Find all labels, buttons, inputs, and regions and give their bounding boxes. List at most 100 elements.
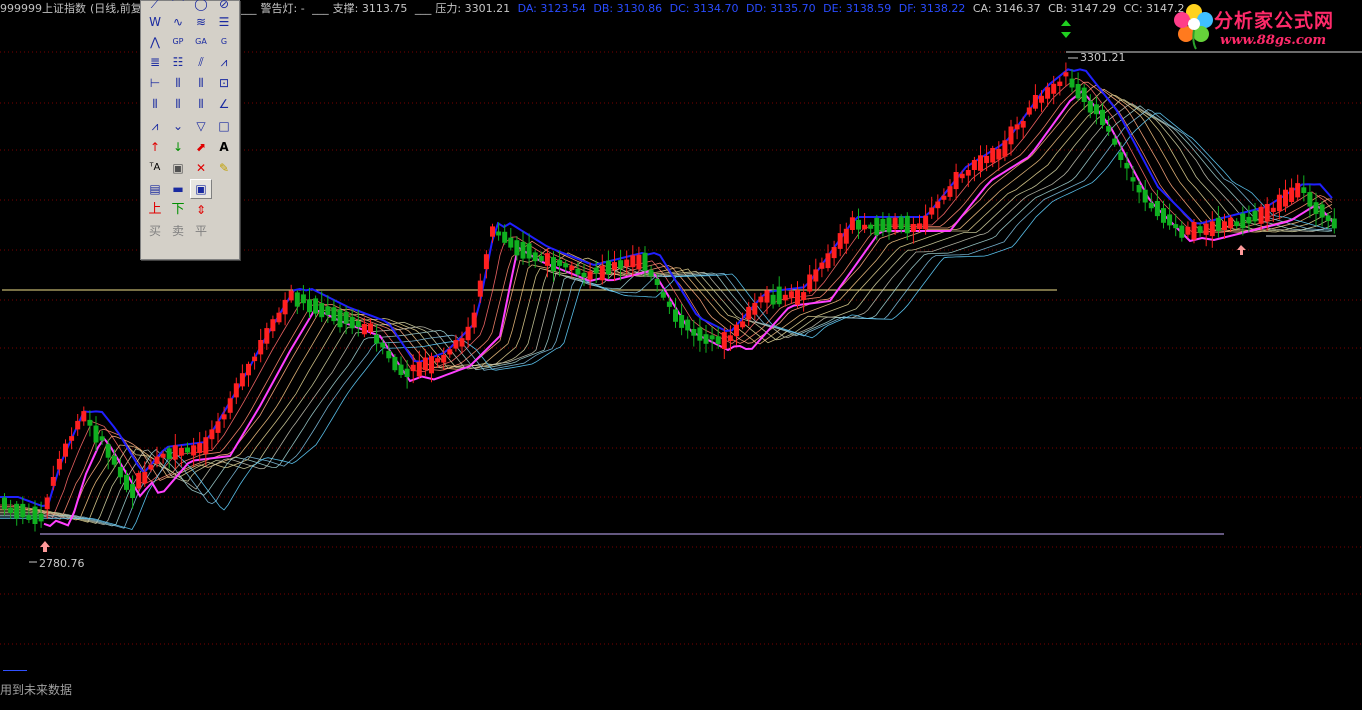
sell-mark-tool[interactable]: 卖 xyxy=(168,222,188,240)
candle-body xyxy=(1215,217,1221,231)
cycle-tool-icon[interactable]: ∿ xyxy=(168,13,188,31)
fib-time-tool-icon[interactable]: ⦀ xyxy=(168,74,188,92)
candle-body xyxy=(673,309,678,322)
candle-body xyxy=(697,327,703,341)
candle-body xyxy=(178,447,184,456)
marker-tool-icon[interactable]: ⬈ xyxy=(191,138,211,156)
speed-line-tool-icon[interactable]: ⊢ xyxy=(145,74,165,92)
down-arrow-tool-icon[interactable]: ↓ xyxy=(168,138,188,156)
retrace-tool-icon[interactable]: ⫽ xyxy=(191,53,211,71)
drawing-toolbox[interactable]: ⟋ ⌒ ◯ ⊘ W ∿ ≋ ☰ ⋀ GP GA G ≣ ☷ ⫽ ⩘ ⊢ ⦀ ⦀ … xyxy=(140,0,240,260)
candle-body xyxy=(984,155,990,164)
candle-body xyxy=(1325,215,1331,221)
candle-body xyxy=(1185,226,1191,235)
candle-body xyxy=(679,315,685,328)
text-edit-tool-icon[interactable]: ᵀA xyxy=(145,159,165,177)
candle-body xyxy=(276,312,282,323)
gann-fan-tool-icon[interactable]: ⩘ xyxy=(145,117,165,135)
fill-tool-icon[interactable]: ▣ xyxy=(168,159,188,177)
candle-body xyxy=(532,252,538,262)
low-price-label: 2780.76 xyxy=(39,557,85,570)
ruler-tool-icon[interactable]: ▬ xyxy=(168,180,188,198)
arc-tool-icon[interactable]: ⌒ xyxy=(168,0,188,13)
channel-tool-icon[interactable]: ≣ xyxy=(145,53,165,71)
candle-body xyxy=(874,217,880,236)
candle-body xyxy=(264,328,270,344)
candle-body xyxy=(1039,95,1044,103)
candle-body xyxy=(514,240,520,256)
candle-body xyxy=(557,260,563,266)
candle-body xyxy=(502,231,508,243)
candle-body xyxy=(1032,95,1038,109)
screen-tool-icon[interactable]: ▣ xyxy=(190,179,212,199)
candle-body xyxy=(1283,189,1288,207)
list-tool-icon[interactable]: ▤ xyxy=(145,180,165,198)
future-data-note: 用到未来数据 xyxy=(0,683,73,697)
zigzag-tool-icon[interactable]: ⋀ xyxy=(145,33,165,51)
time-bars-tool-icon[interactable]: ⦀ xyxy=(168,95,188,113)
candle-body xyxy=(1264,204,1270,222)
candle-body xyxy=(910,224,916,232)
cb-value: CB: 3147.29 xyxy=(1048,2,1116,15)
ellipse-tool-icon[interactable]: ⊘ xyxy=(214,0,234,13)
candle-body xyxy=(1081,87,1087,102)
candle-body xyxy=(947,186,953,197)
candle-body xyxy=(1087,100,1093,113)
gann-tool-icon[interactable]: ☰ xyxy=(214,13,234,31)
properties-tool-icon[interactable]: ✎ xyxy=(214,159,234,177)
candle-body xyxy=(1014,124,1020,130)
high-price-label: 3301.21 xyxy=(1080,51,1126,64)
candle-body xyxy=(1203,223,1209,235)
candle-body xyxy=(441,355,447,363)
candle-body xyxy=(252,356,258,362)
gp-tool-icon[interactable]: GP xyxy=(168,33,188,51)
candle-body xyxy=(355,321,361,327)
candle-body xyxy=(429,356,434,374)
alert-value: 警告灯: - xyxy=(260,2,305,15)
up-arrow-tool-icon[interactable]: ↑ xyxy=(145,138,165,156)
down-chevron-tool-icon[interactable]: ⌄ xyxy=(168,117,188,135)
angle-tool-icon[interactable]: ∠ xyxy=(214,95,234,113)
line-tool-icon[interactable]: ⟋ xyxy=(145,0,165,13)
candle-body xyxy=(526,243,532,259)
up-down-mark-tool-icon[interactable]: ⇕ xyxy=(191,201,211,219)
triangle-tool-icon[interactable]: ▽ xyxy=(191,117,211,135)
candle-body xyxy=(380,342,386,348)
down-mark-tool[interactable]: 下 xyxy=(168,201,188,219)
candle-body xyxy=(331,307,337,322)
delete-tool-icon[interactable]: ✕ xyxy=(191,159,211,177)
pressure-value: 压力: 3301.21 xyxy=(435,2,511,15)
candle-body xyxy=(154,456,160,464)
gc-tool-icon[interactable]: G xyxy=(214,33,234,51)
candle-body xyxy=(459,338,465,347)
flat-mark-tool[interactable]: 平 xyxy=(191,222,211,240)
parallel-tool-icon[interactable]: ☷ xyxy=(168,53,188,71)
time-zone-tool-icon[interactable]: ⦀ xyxy=(145,95,165,113)
ga-tool-icon[interactable]: GA xyxy=(191,33,211,51)
da-value: DA: 3123.54 xyxy=(517,2,586,15)
candle-body xyxy=(886,217,892,233)
candle-body xyxy=(203,437,209,454)
de-value: DE: 3138.59 xyxy=(823,2,892,15)
rectangle-tool-icon[interactable]: □ xyxy=(214,117,234,135)
candle-body xyxy=(294,292,300,307)
candle-body xyxy=(270,319,276,332)
text-tool-icon[interactable]: A xyxy=(214,138,234,156)
candle-body xyxy=(752,302,758,315)
candle-body xyxy=(87,419,93,426)
candle-body xyxy=(843,228,849,244)
circle-tool-icon[interactable]: ◯ xyxy=(191,0,211,13)
vertical-lines-tool-icon[interactable]: ⦀ xyxy=(191,95,211,113)
signal-arrows-icon xyxy=(1061,20,1071,38)
fib-fan-tool-icon[interactable]: ⩘ xyxy=(214,53,234,71)
up-mark-tool[interactable]: 上 xyxy=(145,201,165,219)
candle-body xyxy=(105,444,111,458)
buy-mark-tool[interactable]: 买 xyxy=(145,222,165,240)
candle-body xyxy=(715,336,721,344)
candle-body xyxy=(770,294,776,305)
wave-tool-icon[interactable]: W xyxy=(145,13,165,31)
box-tool-icon[interactable]: ⊡ xyxy=(214,74,234,92)
candle-body xyxy=(325,306,331,315)
fan-tool-icon[interactable]: ≋ xyxy=(191,13,211,31)
period-line-tool-icon[interactable]: ⦀ xyxy=(191,74,211,92)
